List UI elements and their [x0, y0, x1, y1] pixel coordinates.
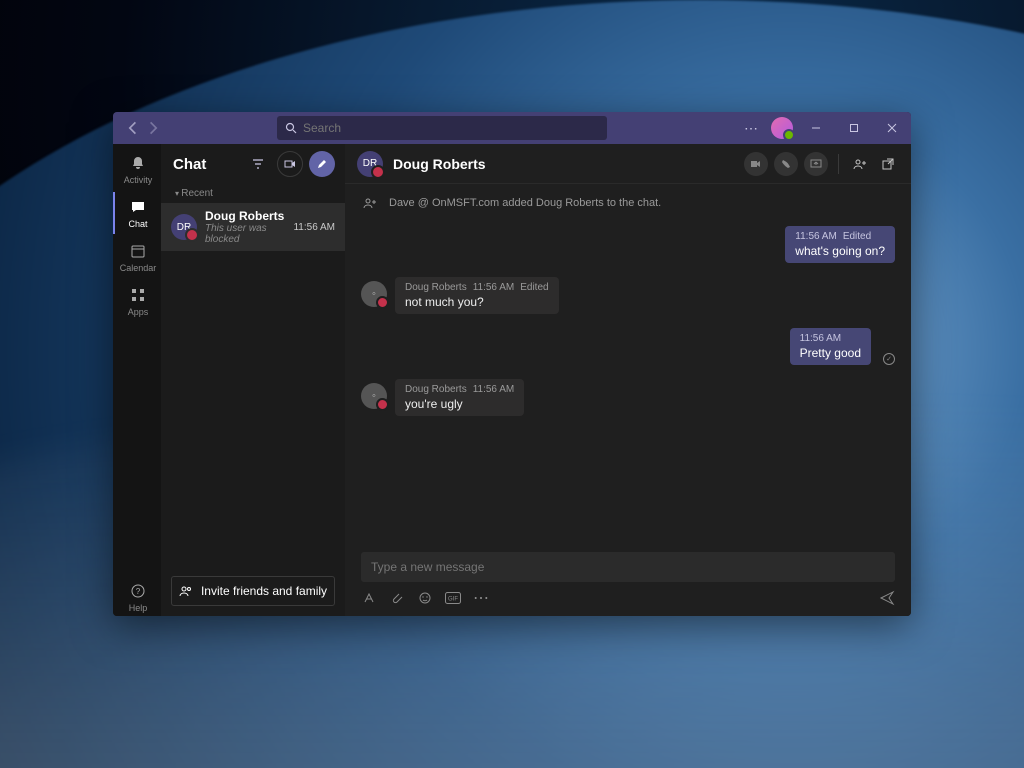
rail-label: Chat: [128, 219, 147, 229]
back-button[interactable]: [127, 121, 141, 135]
video-call-button[interactable]: [744, 152, 768, 176]
rail-chat[interactable]: Chat: [113, 192, 161, 234]
msg-body: not much you?: [405, 295, 549, 309]
system-message: Dave @ OnMSFT.com added Doug Roberts to …: [361, 194, 895, 212]
contact-avatar: DR: [171, 214, 197, 240]
sent-message[interactable]: 11:56 AM Pretty good ✓: [361, 328, 895, 365]
maximize-button[interactable]: [839, 112, 869, 144]
system-text: Dave @ OnMSFT.com added Doug Roberts to …: [389, 197, 661, 209]
people-button[interactable]: [849, 153, 871, 175]
chat-timestamp: 11:56 AM: [293, 222, 335, 233]
msg-time: 11:56 AM: [795, 231, 837, 242]
svg-text:GIF: GIF: [448, 597, 458, 603]
nav-arrows: [113, 121, 159, 135]
message-thread[interactable]: Dave @ OnMSFT.com added Doug Roberts to …: [345, 184, 911, 546]
conversation-header: DR Doug Roberts: [345, 144, 911, 184]
minimize-button[interactable]: [801, 112, 831, 144]
rail-label: Activity: [124, 175, 153, 185]
attach-button[interactable]: [389, 590, 405, 606]
svg-text:?: ?: [136, 587, 141, 596]
msg-body: you're ugly: [405, 397, 514, 411]
rail-label: Calendar: [120, 263, 157, 273]
meet-now-button[interactable]: [277, 151, 303, 177]
person-add-icon: [361, 194, 379, 212]
search-input[interactable]: [303, 121, 599, 135]
apps-icon: [128, 285, 148, 305]
app-rail: Activity Chat Calendar Apps ? Help: [113, 144, 161, 616]
conversation-pane: DR Doug Roberts Dave @ OnMSFT.com added …: [345, 144, 911, 616]
sender-avatar: ◦: [361, 281, 387, 307]
received-message[interactable]: ◦ Doug Roberts 11:56 AM you're ugly: [361, 379, 895, 416]
compose-input-wrapper[interactable]: [361, 552, 895, 582]
close-button[interactable]: [877, 112, 907, 144]
compose-area: GIF ⋯: [345, 546, 911, 616]
rail-label: Help: [129, 603, 148, 613]
format-button[interactable]: [361, 590, 377, 606]
msg-edited: Edited: [843, 231, 871, 242]
titlebar: ⋯: [113, 112, 911, 144]
send-button[interactable]: [879, 590, 895, 606]
teams-window: ⋯ Activity Chat Calendar Apps: [113, 112, 911, 616]
calendar-icon: [128, 241, 148, 261]
msg-edited: Edited: [520, 282, 548, 293]
help-icon: ?: [128, 581, 148, 601]
people-icon: [179, 584, 193, 598]
rail-apps[interactable]: Apps: [113, 280, 161, 322]
forward-button[interactable]: [145, 121, 159, 135]
compose-input[interactable]: [371, 560, 885, 574]
recent-section-label[interactable]: Recent: [161, 184, 345, 203]
msg-author: Doug Roberts: [405, 384, 467, 395]
invite-button[interactable]: Invite friends and family: [171, 576, 335, 606]
msg-time: 11:56 AM: [800, 333, 842, 344]
msg-body: Pretty good: [800, 346, 861, 360]
share-screen-button[interactable]: [804, 152, 828, 176]
rail-help[interactable]: ? Help: [113, 578, 161, 616]
sent-message[interactable]: 11:56 AM Edited what's going on?: [361, 226, 895, 263]
audio-call-button[interactable]: [774, 152, 798, 176]
contact-name: Doug Roberts: [205, 209, 285, 223]
search-icon: [285, 122, 297, 134]
conversation-title: Doug Roberts: [393, 156, 744, 172]
rail-label: Apps: [128, 307, 149, 317]
chat-icon: [128, 197, 148, 217]
header-avatar: DR: [357, 151, 383, 177]
bell-icon: [128, 153, 148, 173]
msg-time: 11:56 AM: [473, 282, 515, 293]
more-compose-button[interactable]: ⋯: [473, 590, 489, 606]
rail-activity[interactable]: Activity: [113, 148, 161, 190]
received-message[interactable]: ◦ Doug Roberts 11:56 AM Edited not much …: [361, 277, 895, 314]
filter-button[interactable]: [245, 151, 271, 177]
invite-label: Invite friends and family: [201, 584, 327, 598]
msg-time: 11:56 AM: [473, 384, 515, 395]
msg-body: what's going on?: [795, 244, 885, 258]
gif-button[interactable]: GIF: [445, 590, 461, 606]
popout-button[interactable]: [877, 153, 899, 175]
sender-avatar: ◦: [361, 383, 387, 409]
emoji-button[interactable]: [417, 590, 433, 606]
read-receipt-icon: ✓: [883, 353, 895, 365]
search-box[interactable]: [277, 116, 607, 140]
chat-list-title: Chat: [173, 156, 245, 173]
msg-author: Doug Roberts: [405, 282, 467, 293]
chat-list-item[interactable]: DR Doug Roberts This user was blocked 11…: [161, 203, 345, 251]
more-menu[interactable]: ⋯: [740, 120, 763, 137]
contact-subtitle: This user was blocked: [205, 223, 285, 245]
self-avatar[interactable]: [771, 117, 793, 139]
chat-list-header: Chat: [161, 144, 345, 184]
rail-calendar[interactable]: Calendar: [113, 236, 161, 278]
new-chat-button[interactable]: [309, 151, 335, 177]
chat-list: Chat Recent DR Doug Roberts This user wa…: [161, 144, 345, 616]
